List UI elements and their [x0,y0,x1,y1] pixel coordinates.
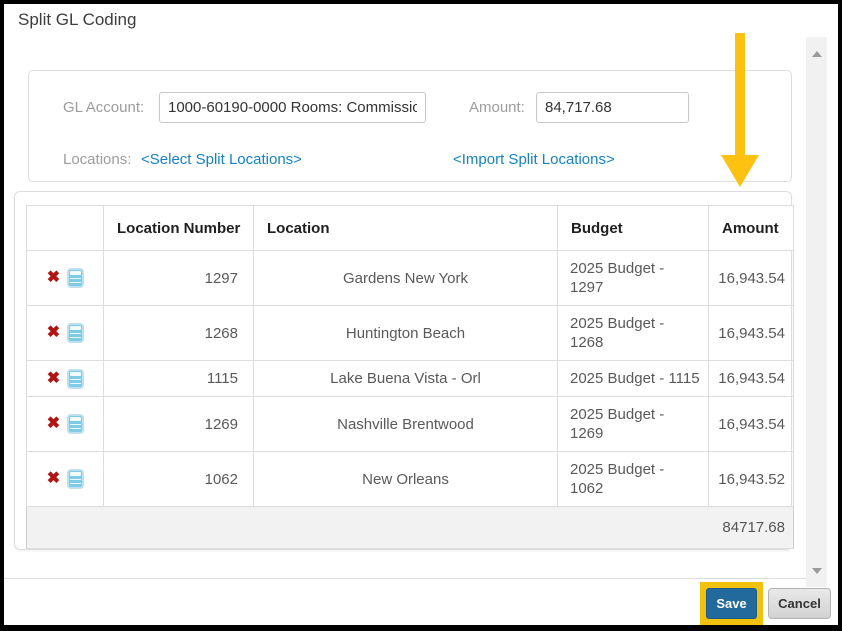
calculator-icon[interactable] [68,370,83,388]
cell-location-number: 1269 [104,397,254,452]
split-locations-table: Location Number Location Budget Amount ✖… [26,205,794,549]
calculator-icon[interactable] [68,415,83,433]
import-split-locations-link[interactable]: <Import Split Locations> [453,151,615,168]
calculator-icon[interactable] [68,269,83,287]
gl-account-input[interactable] [159,92,426,123]
cell-location-number: 1297 [104,251,254,306]
cell-location: New Orleans [254,452,558,507]
table-total-row: 84717.68 [27,507,794,549]
cell-amount: 16,943.54 [709,361,794,397]
cell-budget: 2025 Budget - 1297 [558,251,709,306]
cell-location: Nashville Brentwood [254,397,558,452]
amount-input[interactable] [536,92,689,123]
cell-amount: 16,943.54 [709,397,794,452]
gl-coding-form-panel: GL Account: Amount: Locations: <Select S… [28,70,792,182]
cell-location: Gardens New York [254,251,558,306]
cell-budget: 2025 Budget - 1115 [558,361,709,397]
delete-x-icon[interactable]: ✖ [47,270,60,286]
scroll-up-arrow-icon[interactable] [806,43,827,64]
footer-divider [4,578,806,579]
delete-x-icon[interactable]: ✖ [47,416,60,432]
split-table-panel: Location Number Location Budget Amount ✖… [14,191,792,550]
table-row: ✖ 1115 Lake Buena Vista - Orl 2025 Budge… [27,361,794,397]
calculator-icon[interactable] [68,470,83,488]
table-row: ✖ 1269 Nashville Brentwood 2025 Budget -… [27,397,794,452]
cell-budget: 2025 Budget - 1268 [558,306,709,361]
col-header-amount: Amount [709,206,794,251]
cell-amount: 16,943.54 [709,306,794,361]
total-amount: 84717.68 [27,507,794,549]
cancel-button[interactable]: Cancel [768,588,831,619]
down-arrow-annotation-shaft [735,33,745,157]
col-header-actions [27,206,104,251]
dialog-window: Split GL Coding GL Account: Amount: Loca… [0,0,842,631]
cell-amount: 16,943.54 [709,251,794,306]
cell-location-number: 1115 [104,361,254,397]
cell-location: Lake Buena Vista - Orl [254,361,558,397]
calculator-icon[interactable] [68,324,83,342]
table-row: ✖ 1297 Gardens New York 2025 Budget - 12… [27,251,794,306]
delete-x-icon[interactable]: ✖ [47,325,60,341]
col-header-budget: Budget [558,206,709,251]
amount-label: Amount: [469,99,525,116]
col-header-location: Location [254,206,558,251]
table-header-row: Location Number Location Budget Amount [27,206,794,251]
down-arrow-annotation-head [721,155,759,187]
delete-x-icon[interactable]: ✖ [47,471,60,487]
scroll-down-arrow-icon[interactable] [806,560,827,581]
select-split-locations-link[interactable]: <Select Split Locations> [141,151,302,168]
locations-label: Locations: [63,151,131,168]
save-button[interactable]: Save [706,588,757,619]
table-row: ✖ 1062 New Orleans 2025 Budget - 1062 16… [27,452,794,507]
table-row: ✖ 1268 Huntington Beach 2025 Budget - 12… [27,306,794,361]
dialog-title: Split GL Coding [18,10,136,30]
cell-location-number: 1062 [104,452,254,507]
col-header-location-number: Location Number [104,206,254,251]
vertical-scrollbar[interactable] [806,37,827,587]
cell-location-number: 1268 [104,306,254,361]
cell-budget: 2025 Budget - 1062 [558,452,709,507]
dialog-canvas: Split GL Coding GL Account: Amount: Loca… [4,4,838,625]
delete-x-icon[interactable]: ✖ [47,371,60,387]
cell-budget: 2025 Budget - 1269 [558,397,709,452]
cell-location: Huntington Beach [254,306,558,361]
cell-amount: 16,943.52 [709,452,794,507]
gl-account-label: GL Account: [63,99,144,116]
